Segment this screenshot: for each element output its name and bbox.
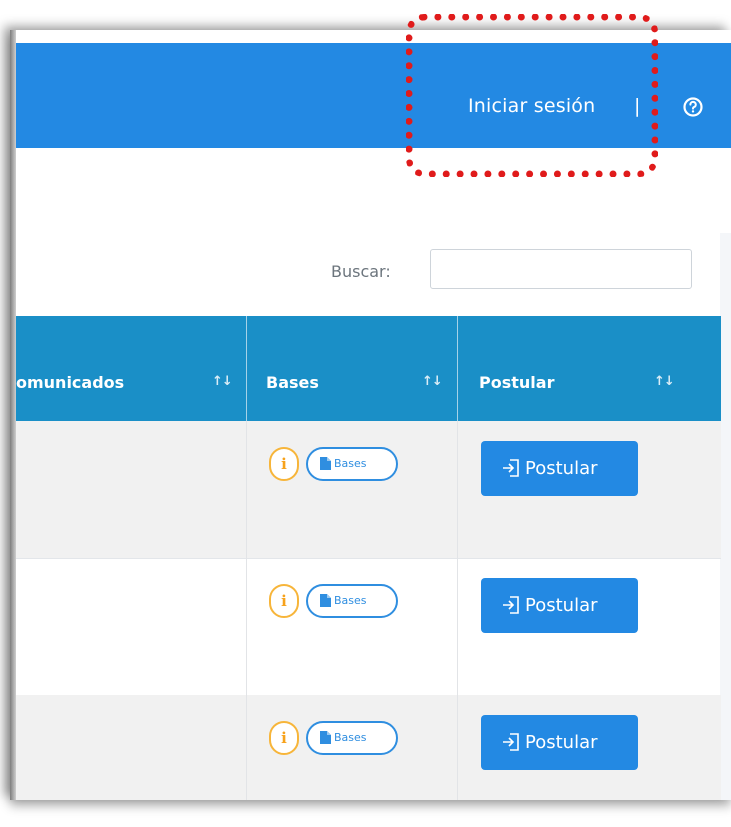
postular-label: Postular — [525, 732, 598, 753]
postular-label: Postular — [525, 595, 598, 616]
cell-divider — [457, 421, 458, 558]
info-button[interactable]: i — [269, 447, 299, 481]
bases-button[interactable]: Bases — [306, 721, 398, 755]
browser-page: Iniciar sesión | Buscar: omunicados ↑↓ B… — [10, 30, 731, 800]
cell-divider — [246, 695, 247, 800]
login-link[interactable]: Iniciar sesión — [468, 95, 595, 117]
bases-label: Bases — [334, 731, 367, 744]
sign-in-icon — [503, 459, 519, 477]
bases-label: Bases — [334, 594, 367, 607]
sign-in-icon — [503, 733, 519, 751]
postular-button[interactable]: Postular — [481, 578, 638, 633]
cell-divider — [457, 558, 458, 695]
info-button[interactable]: i — [269, 584, 299, 618]
sort-icon: ↑↓ — [422, 374, 443, 389]
column-header-comunicados[interactable]: omunicados ↑↓ — [16, 316, 246, 421]
info-button[interactable]: i — [269, 721, 299, 755]
table-row: i Bases Postular — [16, 421, 721, 559]
navbar-separator: | — [634, 95, 641, 117]
postular-button[interactable]: Postular — [481, 441, 638, 496]
sign-in-icon — [503, 596, 519, 614]
question-circle-icon[interactable] — [682, 96, 704, 118]
column-header-postular[interactable]: Postular ↑↓ — [458, 316, 721, 421]
sub-header — [16, 148, 731, 233]
sort-icon: ↑↓ — [654, 374, 675, 389]
search-label: Buscar: — [331, 262, 391, 281]
table-header: omunicados ↑↓ Bases ↑↓ Postular ↑↓ — [16, 316, 721, 421]
file-icon — [320, 594, 331, 607]
table-card: Buscar: omunicados ↑↓ Bases ↑↓ Postular … — [16, 233, 721, 800]
column-header-bases[interactable]: Bases ↑↓ — [247, 316, 457, 421]
file-icon — [320, 731, 331, 744]
sort-icon: ↑↓ — [212, 374, 233, 389]
column-label: omunicados — [16, 373, 125, 392]
bases-label: Bases — [334, 457, 367, 470]
bases-button[interactable]: Bases — [306, 584, 398, 618]
postular-label: Postular — [525, 458, 598, 479]
column-label: Postular — [479, 373, 555, 392]
cell-divider — [246, 421, 247, 558]
cell-divider — [457, 695, 458, 800]
top-navbar: Iniciar sesión | — [16, 43, 731, 148]
cell-divider — [246, 558, 247, 695]
bases-button[interactable]: Bases — [306, 447, 398, 481]
table-row: i Bases Postular — [16, 558, 721, 696]
column-label: Bases — [266, 373, 319, 392]
search-input[interactable] — [430, 249, 692, 289]
postular-button[interactable]: Postular — [481, 715, 638, 770]
table-row: i Bases Postular — [16, 695, 721, 800]
content-area: Buscar: omunicados ↑↓ Bases ↑↓ Postular … — [16, 233, 731, 800]
file-icon — [320, 457, 331, 470]
